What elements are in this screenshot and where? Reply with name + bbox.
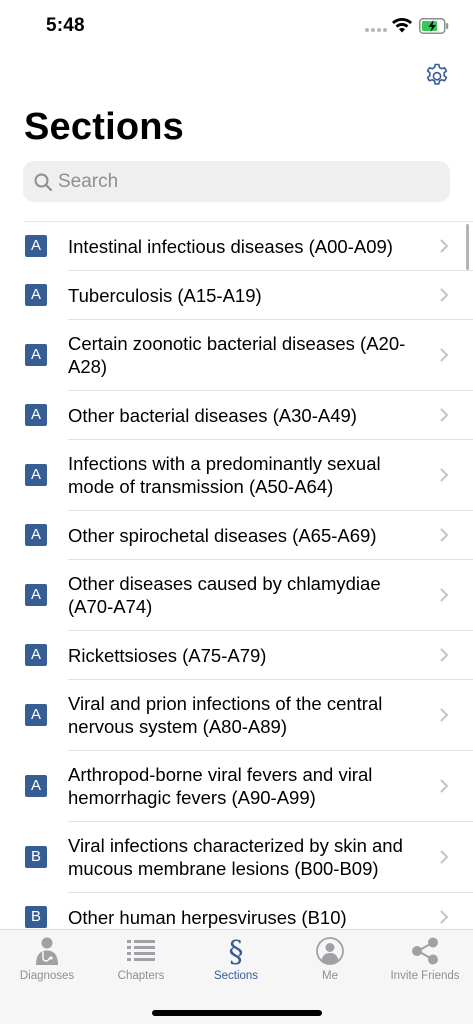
status-bar: 5:48	[0, 0, 473, 52]
chevron-right-icon	[440, 288, 448, 302]
tab-label: Diagnoses	[19, 970, 75, 982]
section-row[interactable]: A Viral and prion infections of the cent…	[25, 680, 473, 751]
tab-diagnoses[interactable]: Diagnoses	[0, 936, 94, 986]
chevron-right-icon	[440, 408, 448, 422]
chevron-right-icon	[440, 588, 448, 602]
section-label: Other bacterial diseases (A30-A49)	[68, 404, 357, 426]
chevron-right-icon	[440, 850, 448, 864]
screen: 5:48 Sections Search A Intestinal infect…	[0, 0, 473, 1024]
svg-text:§: §	[229, 935, 244, 967]
chevron-right-icon	[440, 468, 448, 482]
section-label: Intestinal infectious diseases (A00-A09)	[68, 235, 393, 257]
search-input[interactable]	[58, 166, 428, 197]
letter-badge: A	[25, 644, 47, 666]
chevron-right-icon	[440, 348, 448, 362]
section-label: Certain zoonotic bacterial diseases (A20…	[68, 333, 406, 377]
letter-badge: A	[25, 284, 47, 306]
home-indicator	[152, 1010, 322, 1016]
doctor-icon	[36, 937, 58, 965]
chevron-right-icon	[440, 648, 448, 662]
search-bar[interactable]	[23, 161, 450, 202]
chevron-right-icon	[440, 239, 448, 253]
section-label: Viral and prion infections of the centra…	[68, 693, 383, 737]
tab-label: Me	[322, 970, 338, 982]
section-label: Viral infections characterized by skin a…	[68, 835, 403, 879]
section-row[interactable]: A Tuberculosis (A15-A19)	[25, 271, 473, 320]
person-icon	[316, 937, 344, 965]
tab-sections[interactable]: § Sections	[189, 935, 283, 986]
search-icon	[34, 173, 53, 191]
section-row[interactable]: A Arthropod-borne viral fevers and viral…	[25, 751, 473, 822]
letter-badge: A	[25, 524, 47, 546]
letter-badge: A	[25, 584, 47, 606]
section-row[interactable]: A Infections with a predominantly sexual…	[25, 440, 473, 511]
tab-me[interactable]: Me	[283, 936, 377, 986]
letter-badge: B	[25, 906, 47, 928]
section-sign-icon: §	[229, 935, 244, 967]
section-label: Other human herpesviruses (B10)	[68, 906, 347, 928]
chevron-right-icon	[440, 708, 448, 722]
section-label: Tuberculosis (A15-A19)	[68, 284, 262, 306]
section-label: Other spirochetal diseases (A65-A69)	[68, 524, 377, 546]
section-row[interactable]: B Other human herpesviruses (B10)	[25, 893, 473, 929]
signal-dots-icon	[365, 28, 387, 32]
letter-badge: A	[25, 704, 47, 726]
tab-bar: Diagnoses Chapters § Sections Me Invite …	[0, 929, 473, 1024]
status-time: 5:48	[46, 15, 85, 36]
settings-button[interactable]	[421, 60, 453, 92]
letter-badge: B	[25, 846, 47, 868]
section-row[interactable]: A Rickettsioses (A75-A79)	[25, 631, 473, 680]
section-row[interactable]: A Other spirochetal diseases (A65-A69)	[25, 511, 473, 560]
chevron-right-icon	[440, 528, 448, 542]
gear-icon	[426, 63, 448, 85]
tab-label: Invite Friends	[390, 970, 460, 982]
chevron-right-icon	[440, 779, 448, 793]
letter-badge: A	[25, 344, 47, 366]
section-list[interactable]: A Intestinal infectious diseases (A00-A0…	[0, 222, 473, 929]
section-label: Rickettsioses (A75-A79)	[68, 644, 267, 666]
section-row[interactable]: A Other bacterial diseases (A30-A49)	[25, 391, 473, 440]
section-row[interactable]: A Intestinal infectious diseases (A00-A0…	[25, 222, 473, 271]
tab-invite-friends[interactable]: Invite Friends	[378, 936, 472, 986]
section-row[interactable]: A Other diseases caused by chlamydiae (A…	[25, 560, 473, 631]
tab-chapters[interactable]: Chapters	[94, 936, 188, 986]
section-row[interactable]: B Viral infections characterized by skin…	[25, 822, 473, 893]
letter-badge: A	[25, 404, 47, 426]
tab-label: Chapters	[117, 970, 165, 982]
wifi-icon	[392, 18, 412, 33]
section-label: Other diseases caused by chlamydiae (A70…	[68, 573, 381, 617]
tab-label: Sections	[213, 970, 259, 982]
scroll-indicator[interactable]	[466, 224, 469, 270]
letter-badge: A	[25, 235, 47, 257]
section-label: Infections with a predominantly sexual m…	[68, 453, 381, 497]
share-icon	[412, 937, 438, 965]
page-title: Sections	[24, 106, 184, 148]
chevron-right-icon	[440, 910, 448, 924]
list-icon	[127, 940, 155, 961]
letter-badge: A	[25, 775, 47, 797]
section-row[interactable]: A Certain zoonotic bacterial diseases (A…	[25, 320, 473, 391]
battery-charging-icon	[419, 18, 449, 34]
section-label: Arthropod-borne viral fevers and viral h…	[68, 764, 373, 808]
letter-badge: A	[25, 464, 47, 486]
